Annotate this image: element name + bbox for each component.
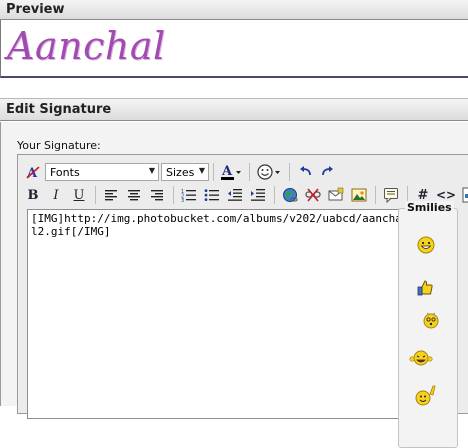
chevron-down-icon: ▼ [148, 166, 155, 175]
dizzy-smiley-icon[interactable] [421, 310, 441, 330]
insert-link-button[interactable] [279, 185, 301, 205]
outdent-button[interactable] [224, 185, 246, 205]
insert-email-button[interactable] [325, 185, 347, 205]
toolbar-separator [289, 163, 290, 181]
font-select[interactable]: Fonts ▼ [45, 163, 159, 181]
chevron-down-icon: ▼ [198, 166, 205, 175]
align-center-button[interactable] [123, 185, 145, 205]
globe-link-icon [283, 188, 298, 202]
toolbar-row-1: A Fonts ▼ Sizes ▼ A [22, 160, 340, 184]
grin-smiley-icon[interactable] [416, 235, 436, 255]
signature-image: Aanchal [7, 24, 166, 68]
email-icon [328, 187, 344, 201]
italic-button[interactable]: I [45, 185, 67, 205]
unordered-list-icon [204, 189, 219, 201]
signature-preview: Aanchal [0, 20, 468, 78]
remove-format-icon: A [26, 166, 40, 180]
text-color-icon: A [221, 164, 241, 180]
thumbs-up-smiley-icon[interactable] [416, 278, 436, 298]
underline-button[interactable]: U [68, 185, 90, 205]
undo-icon [300, 166, 311, 176]
toolbar-separator [249, 163, 250, 181]
insert-image-button[interactable] [348, 185, 370, 205]
quote-button[interactable] [380, 185, 402, 205]
pointing-smiley-icon[interactable] [413, 384, 439, 406]
php-code-button[interactable] [458, 185, 468, 205]
image-icon [351, 188, 367, 202]
size-select-value: Sizes [166, 165, 195, 179]
ordered-list-icon: 1 2 3 [181, 189, 196, 202]
bold-button[interactable]: B [22, 185, 44, 205]
align-left-icon [105, 190, 117, 201]
edit-signature-title: Edit Signature [6, 102, 112, 117]
redo-button[interactable] [317, 162, 339, 182]
signature-textarea[interactable]: [IMG]http://img.photobucket.com/albums/v… [27, 209, 409, 419]
toolbar-separator [274, 186, 275, 204]
redo-icon [322, 166, 333, 176]
smilies-box: Smilies [398, 201, 458, 448]
smilies-title: Smilies [405, 201, 454, 214]
text-color-button[interactable]: A [218, 162, 244, 182]
toolbar-separator [213, 163, 214, 181]
preview-header: Preview [0, 0, 468, 20]
quote-icon [384, 188, 398, 203]
toolbar-row-2: B I U 1 2 3 # <> [22, 183, 468, 207]
your-signature-label: Your Signature: [17, 139, 101, 152]
php-file-icon [462, 187, 468, 203]
svg-text:A: A [221, 164, 233, 179]
toolbar-separator [375, 186, 376, 204]
unlink-icon [305, 188, 321, 202]
insert-smilie-button[interactable] [254, 162, 284, 182]
size-select[interactable]: Sizes ▼ [161, 163, 209, 181]
toolbar-separator [95, 186, 96, 204]
remove-link-button[interactable] [302, 185, 324, 205]
font-select-value: Fonts [50, 165, 80, 179]
laughing-smiley-icon[interactable] [409, 348, 433, 368]
indent-button[interactable] [247, 185, 269, 205]
align-center-icon [128, 190, 140, 201]
align-left-button[interactable] [100, 185, 122, 205]
edit-signature-panel: Your Signature: A Fonts ▼ Sizes ▼ A [0, 122, 468, 448]
preview-title: Preview [6, 2, 65, 17]
align-right-icon [151, 190, 163, 201]
ordered-list-button[interactable]: 1 2 3 [178, 185, 200, 205]
align-right-button[interactable] [146, 185, 168, 205]
unordered-list-button[interactable] [201, 185, 223, 205]
outdent-icon [228, 189, 242, 201]
undo-button[interactable] [294, 162, 316, 182]
svg-text:3: 3 [181, 198, 184, 202]
smiley-icon [257, 164, 280, 180]
indent-icon [251, 189, 265, 201]
edit-signature-header: Edit Signature [0, 98, 468, 121]
remove-format-button[interactable]: A [22, 162, 44, 182]
toolbar-separator [173, 186, 174, 204]
